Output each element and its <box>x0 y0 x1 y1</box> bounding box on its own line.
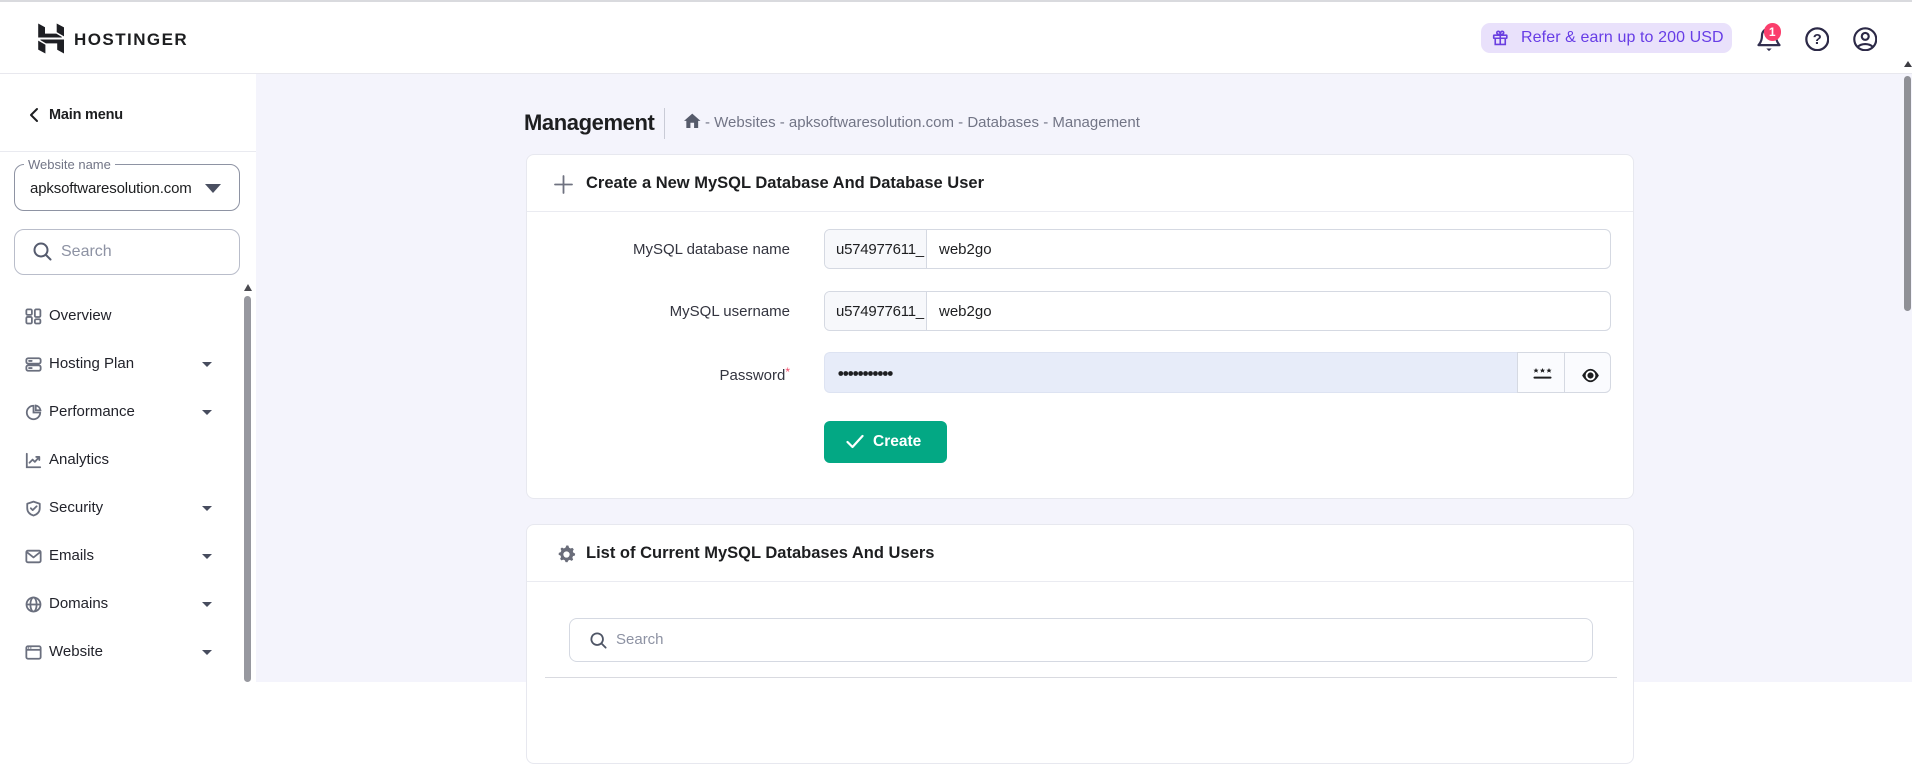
svg-text:?: ? <box>1812 32 1821 48</box>
